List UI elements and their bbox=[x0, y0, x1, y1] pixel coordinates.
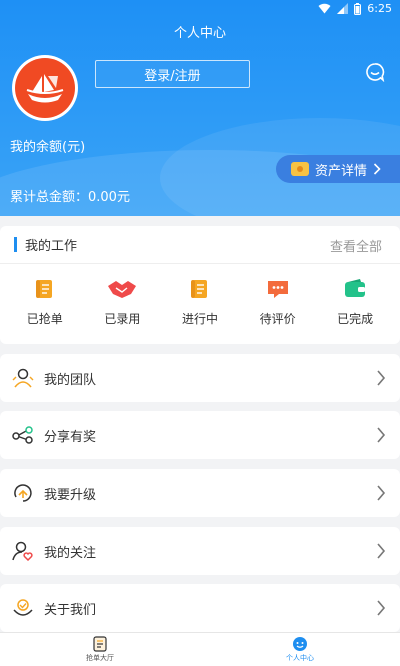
work-item-label: 已完成 bbox=[337, 312, 374, 326]
chevron-right-icon bbox=[377, 427, 386, 443]
work-item-in-progress[interactable]: 进行中 bbox=[170, 278, 230, 327]
chevron-right-icon bbox=[377, 485, 386, 501]
personal-center-icon bbox=[293, 637, 307, 651]
work-item-label: 已抢单 bbox=[26, 312, 63, 326]
status-bar: 6:25 bbox=[0, 0, 400, 18]
work-item-label: 已录用 bbox=[104, 312, 141, 326]
wifi-icon bbox=[318, 3, 331, 14]
share-icon bbox=[12, 426, 33, 444]
signal-icon bbox=[337, 3, 349, 14]
tab-label: 抢单大厅 bbox=[86, 654, 114, 662]
chevron-right-icon bbox=[377, 543, 386, 559]
menu-item-label: 我要升级 bbox=[44, 487, 97, 503]
wallet-icon bbox=[345, 279, 366, 297]
menu-item-my-follows[interactable]: 我的关注 bbox=[0, 527, 400, 575]
work-item-to-review[interactable]: 待评价 bbox=[248, 278, 308, 327]
work-item-grabbed[interactable]: 已抢单 bbox=[15, 278, 75, 327]
balance-label: 我的余额(元) bbox=[10, 140, 86, 155]
view-all-link[interactable]: 查看全部 bbox=[330, 236, 382, 255]
handshake-icon bbox=[108, 281, 137, 298]
menu-item-upgrade[interactable]: 我要升级 bbox=[0, 469, 400, 517]
tab-order-hall[interactable]: 抢单大厅 bbox=[0, 633, 200, 666]
bottom-navigation: 抢单大厅 个人中心 bbox=[0, 632, 400, 666]
comment-icon bbox=[267, 281, 288, 298]
profile-header: 6:25 个人中心 登录/注册 我的余额(元) 资产详情 累计总金额：0.00元 bbox=[0, 0, 400, 216]
menu-item-my-team[interactable]: 我的团队 bbox=[0, 354, 400, 402]
work-item-label: 进行中 bbox=[181, 312, 218, 326]
asset-details-button[interactable]: 资产详情 bbox=[276, 155, 400, 183]
asset-details-label: 资产详情 bbox=[315, 163, 368, 179]
status-time: 6:25 bbox=[367, 2, 392, 15]
menu-item-label: 我的团队 bbox=[44, 372, 97, 388]
tab-personal-center[interactable]: 个人中心 bbox=[200, 633, 400, 666]
work-item-completed[interactable]: 已完成 bbox=[325, 278, 385, 327]
menu-item-label: 我的关注 bbox=[44, 545, 97, 561]
my-work-card: 我的工作 查看全部 已抢单 已录用 进行中 待评价 已完成 bbox=[0, 226, 400, 344]
upgrade-icon bbox=[14, 484, 32, 502]
tab-label: 个人中心 bbox=[286, 654, 314, 662]
message-icon[interactable] bbox=[365, 62, 385, 86]
coin-badge-icon bbox=[291, 162, 309, 176]
battery-icon bbox=[354, 2, 362, 15]
work-item-label: 待评价 bbox=[259, 312, 296, 326]
about-icon bbox=[13, 599, 33, 616]
scroll-icon bbox=[35, 280, 52, 298]
avatar[interactable] bbox=[12, 55, 78, 121]
ship-logo-icon bbox=[26, 74, 64, 103]
menu-item-label: 关于我们 bbox=[44, 602, 97, 618]
total-amount-label: 累计总金额：0.00元 bbox=[10, 190, 130, 205]
menu-item-label: 分享有奖 bbox=[44, 429, 97, 445]
scroll-icon bbox=[190, 280, 207, 298]
work-item-hired[interactable]: 已录用 bbox=[92, 278, 152, 327]
menu-item-share-rewards[interactable]: 分享有奖 bbox=[0, 411, 400, 459]
page-title: 个人中心 bbox=[173, 26, 226, 41]
chevron-right-icon bbox=[377, 370, 386, 386]
menu-item-about-us[interactable]: 关于我们 bbox=[0, 584, 400, 632]
section-accent-bar bbox=[14, 237, 17, 252]
follow-icon bbox=[12, 541, 33, 561]
chevron-right-icon bbox=[377, 600, 386, 616]
chevron-right-icon bbox=[373, 163, 381, 175]
team-icon bbox=[12, 368, 34, 388]
login-register-button[interactable]: 登录/注册 bbox=[95, 60, 250, 88]
my-work-title: 我的工作 bbox=[25, 239, 78, 254]
order-hall-icon bbox=[93, 636, 107, 652]
